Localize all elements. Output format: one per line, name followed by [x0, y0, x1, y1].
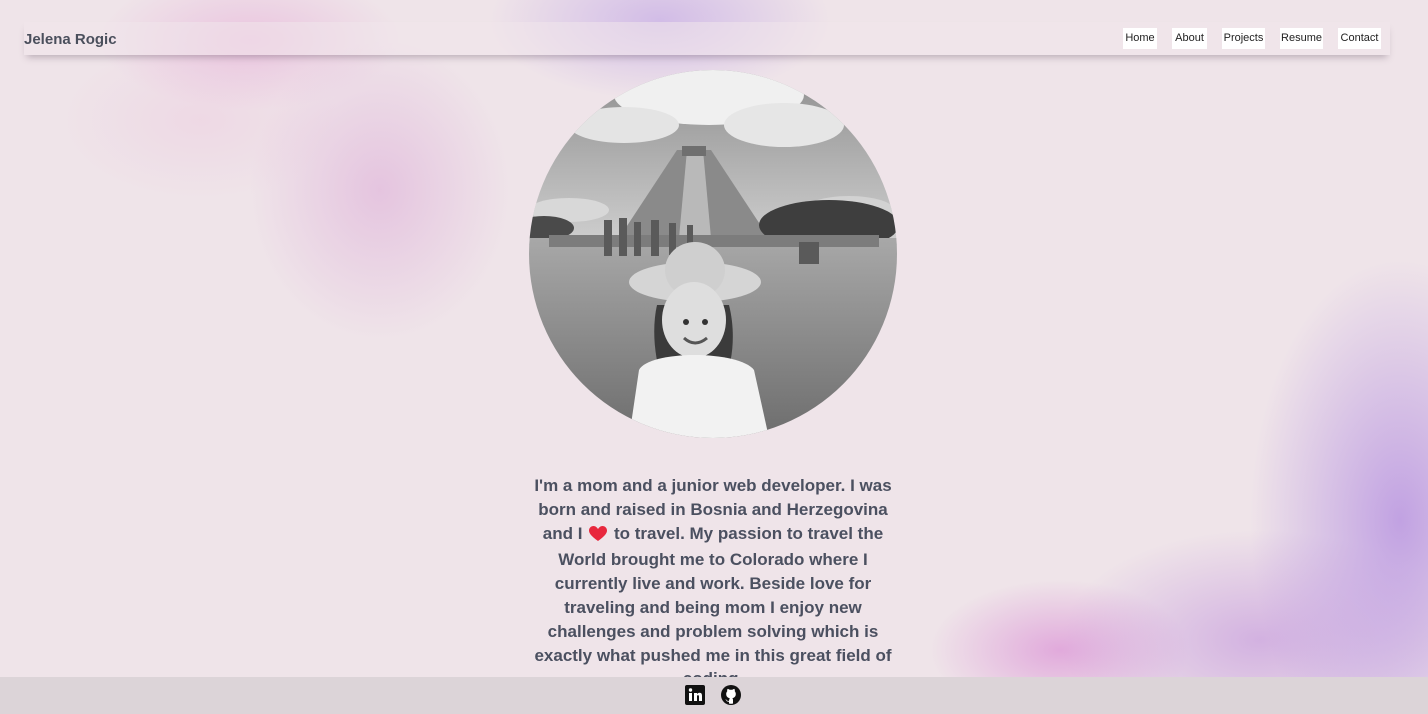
nav-menu: Home About Projects Resume Contact: [24, 28, 1390, 49]
bio-text-part2: to travel. My passion to travel the Worl…: [534, 523, 892, 689]
profile-photo: [529, 70, 897, 438]
navbar: Jelena Rogic Home About Projects Resume …: [24, 22, 1390, 55]
heart-icon: [589, 525, 608, 549]
linkedin-icon[interactable]: [685, 685, 705, 705]
github-icon[interactable]: [721, 685, 741, 705]
nav-about-link[interactable]: About: [1172, 28, 1207, 49]
nav-home-link[interactable]: Home: [1123, 28, 1157, 49]
nav-resume-link[interactable]: Resume: [1280, 28, 1323, 49]
nav-contact-link[interactable]: Contact: [1338, 28, 1381, 49]
nav-projects-link[interactable]: Projects: [1222, 28, 1265, 49]
bio-text: I'm a mom and a junior web developer. I …: [528, 474, 898, 691]
footer: [0, 677, 1428, 714]
